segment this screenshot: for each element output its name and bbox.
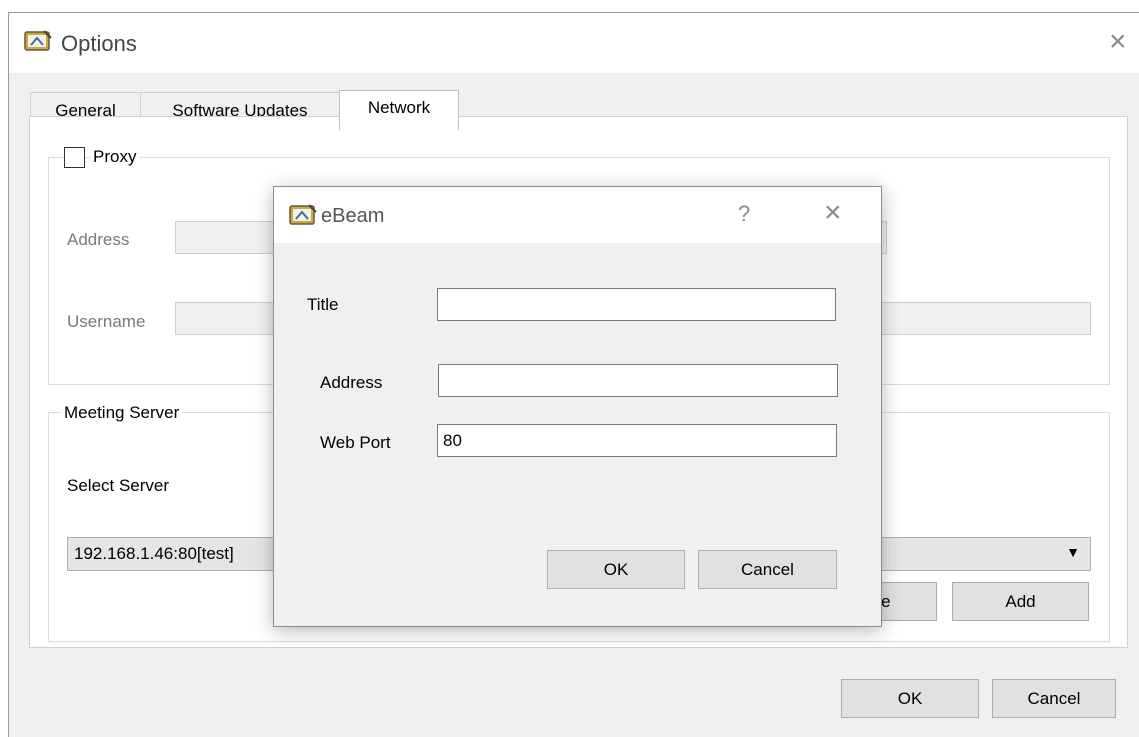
close-icon[interactable]: ×: [1109, 27, 1127, 57]
tab-network-label: Network: [367, 97, 431, 117]
options-ok-label: OK: [897, 688, 923, 708]
add-server-label: Add: [1005, 591, 1036, 611]
options-cancel-label: Cancel: [1027, 688, 1081, 708]
ebeam-app-icon: [289, 204, 317, 225]
dialog-cancel-label: Cancel: [741, 559, 794, 579]
dialog-ok-label: OK: [603, 559, 629, 579]
dialog-title: eBeam: [321, 205, 385, 227]
dialog-title-input[interactable]: [437, 288, 836, 321]
options-cancel-button[interactable]: Cancel: [992, 679, 1116, 718]
options-ok-button[interactable]: OK: [841, 679, 979, 718]
add-server-button[interactable]: Add: [952, 582, 1089, 621]
ebeam-dialog: eBeam ? × Title Address Web Port 80 OK C…: [273, 186, 882, 627]
tab-network[interactable]: Network: [339, 90, 459, 130]
dialog-title-label: Title: [307, 295, 339, 314]
dialog-cancel-button[interactable]: Cancel: [698, 550, 837, 589]
ebeam-app-icon: [24, 30, 52, 51]
help-icon[interactable]: ?: [738, 201, 750, 227]
proxy-address-label: Address: [67, 230, 130, 249]
proxy-label: Proxy: [90, 147, 140, 167]
dialog-port-input[interactable]: 80: [437, 424, 837, 457]
server-select-value: 192.168.1.46:80[test]: [74, 544, 234, 563]
proxy-username-label: Username: [67, 312, 146, 331]
proxy-checkbox[interactable]: [64, 147, 85, 168]
close-icon[interactable]: ×: [824, 198, 842, 228]
options-titlebar: Options ×: [9, 13, 1139, 73]
meeting-server-label: Meeting Server: [61, 403, 183, 423]
ebeam-titlebar: eBeam ? ×: [274, 187, 881, 243]
dialog-ok-button[interactable]: OK: [547, 550, 685, 589]
select-server-label: Select Server: [67, 476, 170, 495]
window-title: Options: [61, 31, 137, 56]
dialog-address-label: Address: [320, 373, 383, 392]
dialog-address-input[interactable]: [438, 364, 838, 397]
dialog-port-label: Web Port: [320, 433, 391, 452]
dropdown-arrow-icon[interactable]: ▼: [1066, 544, 1080, 560]
dialog-port-value: 80: [443, 430, 462, 450]
